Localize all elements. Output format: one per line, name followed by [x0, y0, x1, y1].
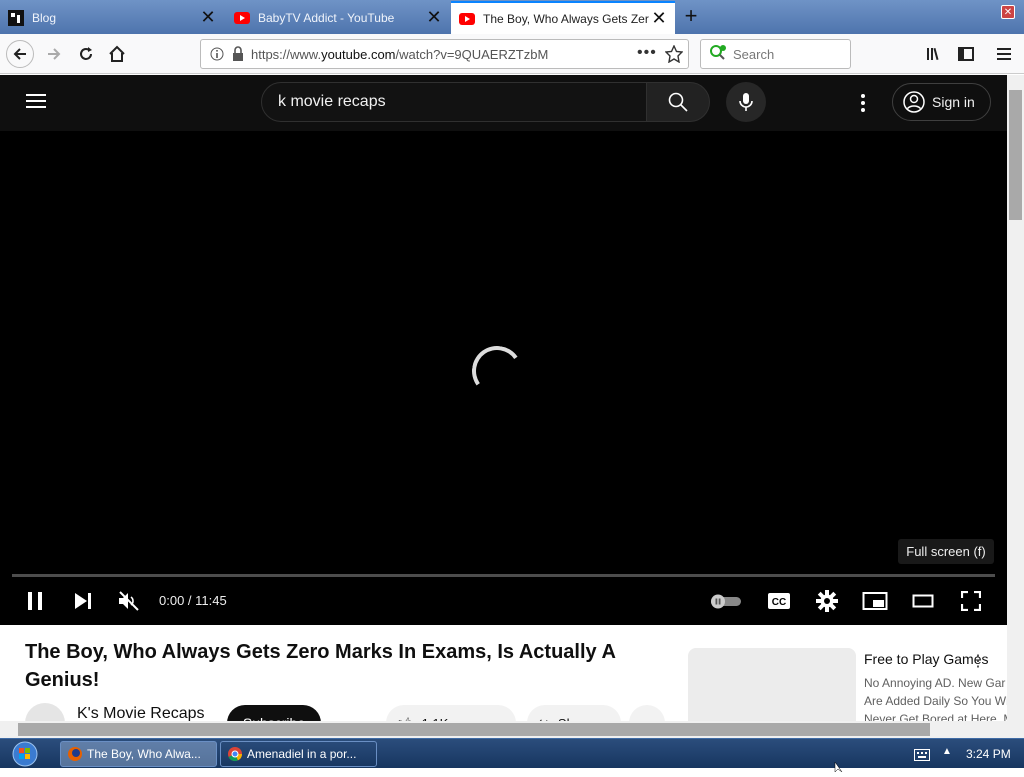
- info-icon[interactable]: [210, 47, 224, 64]
- autoplay-icon: [711, 594, 741, 609]
- fullscreen-icon: [961, 591, 981, 611]
- gear-icon: [816, 590, 838, 612]
- close-icon[interactable]: ✕: [649, 8, 669, 29]
- back-icon[interactable]: [6, 40, 34, 68]
- taskbar-item-label: Amenadiel in a por...: [247, 747, 357, 761]
- youtube-header: k movie recaps Sign in: [0, 75, 1007, 131]
- theater-mode-button[interactable]: [910, 586, 936, 616]
- hamburger-menu-icon[interactable]: [26, 93, 46, 114]
- url-text: https://www.youtube.com/watch?v=9QUAERZT…: [251, 46, 549, 62]
- clock[interactable]: 3:24 PM: [966, 747, 1011, 761]
- svg-text:CC: CC: [772, 597, 786, 608]
- time-display: 0:00 / 11:45: [159, 593, 227, 608]
- tab-bar: Blog ✕ BabyTV Addict - YouTube ✕ The Boy…: [0, 0, 1024, 34]
- new-tab-icon[interactable]: +: [680, 3, 702, 28]
- tab-label: BabyTV Addict - YouTube: [258, 10, 395, 25]
- youtube-favicon-icon: [459, 11, 475, 27]
- video-title: The Boy, Who Always Gets Zero Marks In E…: [25, 641, 616, 691]
- mouse-cursor-icon: [834, 759, 844, 777]
- mute-button[interactable]: [116, 586, 142, 616]
- close-icon[interactable]: ✕: [198, 7, 218, 28]
- tab-label: The Boy, Who Always Gets Zero: [483, 11, 649, 26]
- search-placeholder: Search: [733, 46, 775, 62]
- more-options-icon[interactable]: [859, 94, 867, 117]
- windows-taskbar: The Boy, Who Alwa... Amenadiel in a por.…: [0, 738, 1024, 773]
- account-icon: [903, 91, 925, 113]
- horizontal-scrollbar-thumb[interactable]: [18, 723, 930, 736]
- browser-search-box[interactable]: Search: [700, 39, 851, 69]
- next-icon: [75, 593, 91, 609]
- menu-icon[interactable]: [991, 40, 1019, 68]
- blog-favicon-icon: [8, 9, 24, 26]
- library-icon[interactable]: [920, 40, 948, 68]
- search-icon: [668, 92, 688, 112]
- youtube-search-button[interactable]: [646, 82, 710, 122]
- captions-icon: CC: [768, 593, 790, 609]
- youtube-search-input[interactable]: k movie recaps: [261, 82, 647, 122]
- forward-icon[interactable]: [40, 40, 68, 68]
- tab-blog[interactable]: Blog ✕: [0, 1, 224, 34]
- taskbar-item-label: The Boy, Who Alwa...: [87, 747, 201, 761]
- loading-spinner-icon: [468, 342, 526, 400]
- tab-the-boy[interactable]: The Boy, Who Always Gets Zero ✕: [451, 1, 675, 34]
- page-actions-icon[interactable]: •••: [637, 44, 657, 62]
- muted-volume-icon: [119, 591, 139, 611]
- keyboard-icon[interactable]: [914, 748, 930, 766]
- lock-icon[interactable]: [231, 46, 245, 65]
- window-close-icon[interactable]: ✕: [1001, 5, 1015, 19]
- fullscreen-tooltip: Full screen (f): [898, 539, 994, 564]
- taskbar-item-chrome[interactable]: Amenadiel in a por...: [220, 741, 377, 767]
- windows-logo-icon: [12, 741, 38, 767]
- miniplayer-button[interactable]: [862, 586, 888, 616]
- sign-in-label: Sign in: [932, 94, 975, 110]
- settings-button[interactable]: [814, 586, 840, 616]
- sidebar-icon[interactable]: [952, 40, 980, 68]
- miniplayer-icon: [862, 592, 888, 610]
- search-engine-icon: [709, 44, 727, 65]
- progress-bar[interactable]: [12, 574, 995, 577]
- sign-in-button[interactable]: Sign in: [892, 83, 991, 121]
- close-icon[interactable]: ✕: [424, 7, 444, 28]
- youtube-favicon-icon: [234, 10, 250, 26]
- bookmark-star-icon[interactable]: [664, 44, 684, 66]
- ad-description: No Annoying AD. New Gar Are Added Daily …: [864, 676, 1009, 726]
- fullscreen-button[interactable]: [958, 586, 984, 616]
- firefox-icon: [67, 746, 83, 762]
- vertical-scrollbar-thumb[interactable]: [1009, 90, 1022, 220]
- pause-icon: [28, 592, 42, 610]
- tab-babytv[interactable]: BabyTV Addict - YouTube ✕: [226, 1, 450, 34]
- tab-label: Blog: [32, 10, 57, 25]
- nav-bar: https://www.youtube.com/watch?v=9QUAERZT…: [0, 34, 1024, 74]
- captions-button[interactable]: CC: [766, 586, 792, 616]
- ad-more-icon[interactable]: ⋮: [970, 651, 986, 671]
- autoplay-toggle[interactable]: [709, 586, 743, 616]
- start-button[interactable]: [6, 741, 44, 767]
- video-player[interactable]: Full screen (f) 0:00 / 11:45 CC: [0, 131, 1007, 625]
- url-bar[interactable]: https://www.youtube.com/watch?v=9QUAERZT…: [200, 39, 689, 69]
- pause-button[interactable]: [22, 586, 48, 616]
- next-button[interactable]: [70, 586, 96, 616]
- reload-icon[interactable]: [72, 40, 100, 68]
- show-hidden-icons-icon[interactable]: ▲: [942, 746, 952, 757]
- microphone-icon[interactable]: [726, 82, 766, 122]
- home-icon[interactable]: [103, 40, 131, 68]
- theater-mode-icon: [912, 594, 934, 608]
- taskbar-item-firefox[interactable]: The Boy, Who Alwa...: [60, 741, 217, 767]
- chrome-icon: [227, 746, 243, 762]
